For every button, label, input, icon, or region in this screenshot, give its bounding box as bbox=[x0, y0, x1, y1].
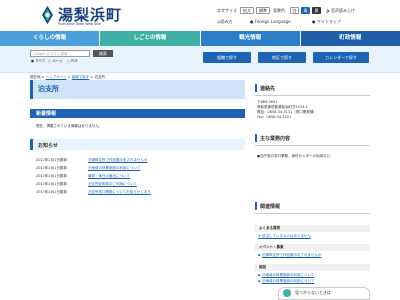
scope-all-radio[interactable]: ● すべて bbox=[31, 59, 45, 64]
faq-heading: よくある質問 bbox=[259, 226, 280, 230]
find-by-area-button[interactable]: 地区で探す bbox=[258, 52, 306, 63]
bg-white-button[interactable]: 白 bbox=[290, 7, 299, 14]
text-enlarge-button[interactable]: 拡大 bbox=[240, 7, 254, 14]
bg-blue-button[interactable]: 青 bbox=[301, 7, 310, 14]
search-button[interactable]: 検索 bbox=[93, 50, 113, 57]
nav-shigoto[interactable]: しごとの情報 bbox=[100, 31, 201, 46]
sitemap-icon: ● bbox=[312, 19, 316, 24]
bg-black-button[interactable]: 黒 bbox=[312, 7, 321, 14]
find-by-org-button[interactable]: 組織で探す bbox=[203, 52, 251, 63]
event-link[interactable]: 泊湖畔支所で作品展示をされませんか bbox=[262, 253, 321, 258]
event-heading: イベント・募集 bbox=[259, 245, 284, 249]
list-item: 2017年2月1日更新 泊地域の林業施設の利用について bbox=[36, 166, 140, 171]
contact-accent bbox=[255, 84, 257, 92]
notice-link[interactable]: 泊支所証明書のご利用について bbox=[88, 182, 137, 186]
list-item: 2017年2月1日更新 泊支所窓口業務についてお知らせします bbox=[36, 190, 151, 195]
nav-kurashi[interactable]: くらしの情報 bbox=[0, 31, 101, 46]
notice-bar bbox=[30, 139, 245, 150]
text-size-label: 文字サイズ bbox=[217, 8, 237, 13]
breadcrumb-top-link[interactable]: トップページ bbox=[46, 75, 67, 79]
breadcrumb-current: 泊支所 bbox=[94, 75, 105, 79]
reading-link[interactable]: ◎読み方 bbox=[217, 19, 233, 25]
business-heading: 主な業務内容 bbox=[260, 136, 291, 142]
list-item: 2017年2月1日更新 最寄・休日の届出について bbox=[36, 174, 130, 179]
help-icon bbox=[283, 289, 291, 297]
nav-chosei[interactable]: 町政情報 bbox=[300, 31, 400, 46]
list-item: 2017年2月1日更新 泊支所証明書のご利用について bbox=[36, 182, 137, 187]
town-logo-icon bbox=[42, 6, 53, 24]
notice-date: 2017年2月1日更新 bbox=[36, 182, 67, 186]
business-accent bbox=[255, 134, 257, 142]
voice-read-link[interactable]: 🔈音声読み上げ bbox=[326, 8, 355, 14]
new-info-text: 現在、掲載されている情報はありません。 bbox=[36, 124, 103, 128]
divider bbox=[255, 95, 370, 96]
notice-date: 2017年2月1日更新 bbox=[36, 190, 67, 194]
globe-icon: ● bbox=[250, 19, 254, 24]
nav-kanko[interactable]: 観光情報 bbox=[200, 31, 301, 46]
facility-link[interactable]: 泊地域の林業施設の利用について bbox=[262, 279, 314, 284]
bg-color-label: 背景色 bbox=[273, 8, 285, 13]
page-title-bar bbox=[30, 80, 245, 99]
business-text: ●泊庁舎の窓口業務、漁村センターの利用など。 bbox=[257, 154, 334, 158]
list-item: 2017年2月1日更新 泊湖畔支所で作品展示をされませんか bbox=[36, 158, 147, 163]
scope-pdf-radio[interactable]: ○ PDF bbox=[67, 59, 78, 63]
related-accent bbox=[255, 202, 257, 210]
new-info-bar bbox=[30, 109, 245, 118]
bullet-icon: ▪ bbox=[258, 279, 261, 283]
foreign-language-link[interactable]: ● Foreign Language bbox=[250, 19, 291, 24]
sitemap-link[interactable]: ● サイトマップ bbox=[312, 19, 341, 25]
facility-heading: 施設 bbox=[259, 265, 266, 269]
text-standard-button[interactable]: 標準 bbox=[256, 7, 270, 14]
notice-date: 2017年2月1日更新 bbox=[36, 174, 67, 178]
notice-link[interactable]: 泊地域の林業施設の利用について bbox=[88, 166, 140, 170]
page-title: 泊支所 bbox=[38, 85, 59, 93]
related-heading: 関連情報 bbox=[260, 204, 281, 210]
bullet-icon: ▪ bbox=[258, 253, 261, 257]
facility-subhead-bg bbox=[255, 264, 370, 271]
facility-link[interactable]: 泊地域の林業施設の利用について bbox=[262, 273, 314, 278]
bullet-icon: ▪ bbox=[258, 273, 261, 277]
divider bbox=[255, 145, 370, 146]
site-name-en: Yurihama Town Web Site bbox=[58, 22, 101, 26]
global-nav: くらしの情報 しごとの情報 観光情報 町政情報 bbox=[0, 31, 400, 46]
notice-date: 2017年2月1日更新 bbox=[36, 158, 67, 162]
not-found-text[interactable]: 見つからないときは bbox=[295, 290, 331, 296]
new-info-heading: 新着情報 bbox=[36, 111, 57, 117]
notice-link[interactable]: 泊湖畔支所で作品展示をされませんか bbox=[88, 158, 147, 162]
breadcrumb-label: 現在地 bbox=[30, 75, 41, 79]
contact-heading: 連絡先 bbox=[260, 86, 276, 92]
find-by-calendar-button[interactable]: カレンダーで探す bbox=[313, 52, 369, 63]
scope-page-radio[interactable]: ○ ページ bbox=[48, 59, 63, 64]
divider bbox=[255, 213, 370, 214]
notice-link[interactable]: 最寄・休日の届出について bbox=[88, 174, 130, 178]
breadcrumb-org-link[interactable]: 組織で探す bbox=[72, 75, 90, 79]
notice-date: 2017年2月1日更新 bbox=[36, 166, 67, 170]
notice-heading: お知らせ bbox=[38, 143, 58, 149]
contact-fax: Fax：0858-34-3201 bbox=[257, 115, 292, 119]
faq-link[interactable]: ※ 該当しているものはありません bbox=[258, 234, 311, 239]
notice-link[interactable]: 泊支所窓口業務についてお知らせします bbox=[88, 190, 151, 194]
search-input[interactable]: Google カスタム検索 bbox=[30, 50, 90, 57]
